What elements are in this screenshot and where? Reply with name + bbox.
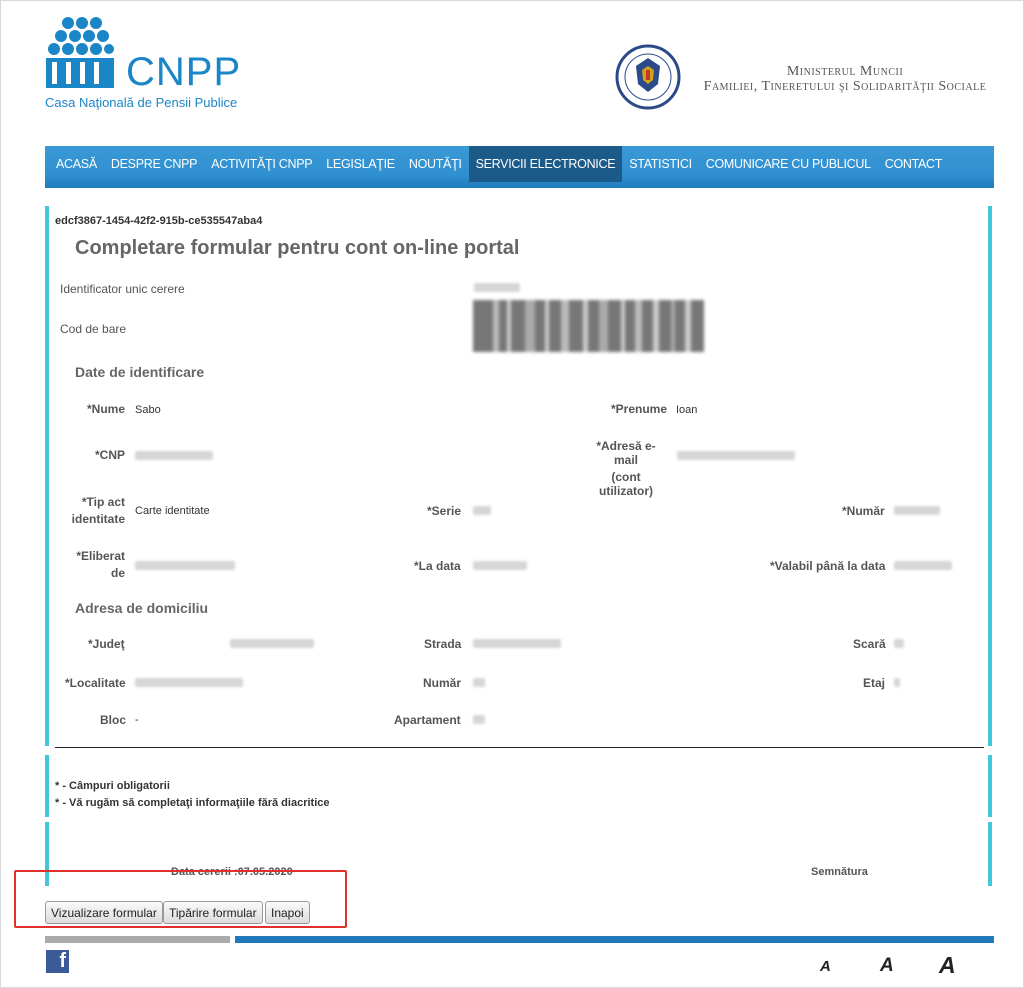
nume-label: *Nume [87,402,126,416]
numar-value-redacted [894,506,940,515]
form-divider [55,747,984,748]
tip-act-label-line-1: *Tip act [81,495,125,509]
logo-text[interactable]: CNPP [126,50,241,95]
eliberat-label: *Eliberat de [74,549,125,580]
barcode-label: Cod de bare [60,322,127,336]
font-size-medium-button[interactable]: A [880,955,894,977]
main-nav: ACASĂ DESPRE CNPP ACTIVITĂŢI CNPP LEGISL… [45,146,994,188]
nav-item-contact[interactable]: CONTACT [878,146,949,182]
section-address: Adresa de domiciliu [75,600,209,616]
request-guid: edcf3867-1454-42f2-915b-ce535547aba4 [55,215,263,227]
tip-act-label-line-2: identitate [71,512,125,526]
strada-value-redacted [473,639,561,648]
section-identification: Date de identificare [75,364,205,380]
scara-label: Scară [853,637,886,651]
note-diacritics: * - Vă rugăm să completaţi informaţiile … [55,797,330,809]
eliberat-value-redacted [135,561,235,570]
font-size-small-button[interactable]: A [820,958,831,975]
valabil-value-redacted [894,561,952,570]
localitate-value-redacted [135,678,243,687]
valabil-label: *Valabil până la data [770,559,886,573]
judet-value-redacted [230,639,314,648]
prenume-value: Ioan [676,404,698,416]
apartament-value-redacted [473,715,485,724]
nav-item-acasa[interactable]: ACASĂ [49,146,104,182]
email-label-line-2: (cont utilizator) [599,470,653,498]
serie-label: *Serie [427,504,462,518]
strada-label: Strada [424,637,462,651]
notes-left-accent [45,755,49,817]
ministry-line-2: Familiei, Tineretului şi Solidarităţii S… [703,79,987,94]
nav-item-legislatie[interactable]: LEGISLAŢIE [319,146,402,182]
note-required: * - Câmpuri obligatorii [55,780,170,792]
logo-subtitle[interactable]: Casa Naţională de Pensii Publice [45,95,237,110]
eliberat-label-line-2: de [110,566,125,580]
font-size-large-button[interactable]: A [939,952,956,979]
bloc-label: Bloc [100,713,127,727]
numar-label: *Număr [842,504,885,518]
tip-act-value: Carte identitate [135,505,210,517]
nav-item-statistici[interactable]: STATISTICI [622,146,699,182]
id-label: Identificator unic cerere [60,282,185,296]
signature-label: Semnătura [811,866,868,878]
nav-item-activitati[interactable]: ACTIVITĂŢI CNPP [204,146,319,182]
email-label-line-1: *Adresă e-mail [596,439,656,467]
nav-item-comunicare[interactable]: COMUNICARE CU PUBLICUL [699,146,878,182]
form-title: Completare formular pentru cont on-line … [75,237,520,259]
footer-gray-bar [45,936,230,943]
serie-value-redacted [473,506,491,515]
sign-right-accent [988,822,992,886]
ministry-name: Ministerul Muncii Familiei, Tineretului … [695,64,995,94]
la-data-label: *La data [414,559,461,573]
cnp-label: *CNP [95,448,126,462]
facebook-icon[interactable]: f [46,950,69,973]
nav-item-servicii-electronice[interactable]: SERVICII ELECTRONICE [468,146,623,182]
bloc-value: - [135,714,139,726]
guvernul-romaniei-seal-icon [615,44,681,110]
cnp-value-redacted [135,451,213,460]
id-value-redacted [474,283,520,292]
judet-label: *Judeţ [88,637,125,651]
email-value-redacted [677,451,795,460]
email-label: *Adresă e-mail (cont utilizator) [585,439,667,498]
cnpp-logo-icon[interactable] [46,16,114,88]
notes-right-accent [988,755,992,817]
eliberat-label-line-1: *Eliberat [76,549,125,563]
ministry-line-1: Ministerul Muncii [786,64,904,79]
numar-addr-value-redacted [473,678,485,687]
prenume-label: *Prenume [611,402,668,416]
numar-addr-label: Număr [423,676,462,690]
tip-act-label: *Tip act identitate [70,495,125,526]
nav-item-despre[interactable]: DESPRE CNPP [104,146,204,182]
la-data-value-redacted [473,561,527,570]
footer-blue-bar [235,936,994,943]
scara-value-redacted [894,639,904,648]
nav-item-noutati[interactable]: NOUTĂŢI [402,146,469,182]
nume-value: Sabo [135,404,161,416]
etaj-value-redacted [894,678,900,687]
apartament-label: Apartament [394,713,461,727]
etaj-label: Etaj [863,676,886,690]
buttons-highlight-box [14,870,347,928]
barcode-image [473,300,704,352]
localitate-label: *Localitate [65,676,126,690]
form-left-accent [45,206,49,746]
form-right-accent [988,206,992,746]
